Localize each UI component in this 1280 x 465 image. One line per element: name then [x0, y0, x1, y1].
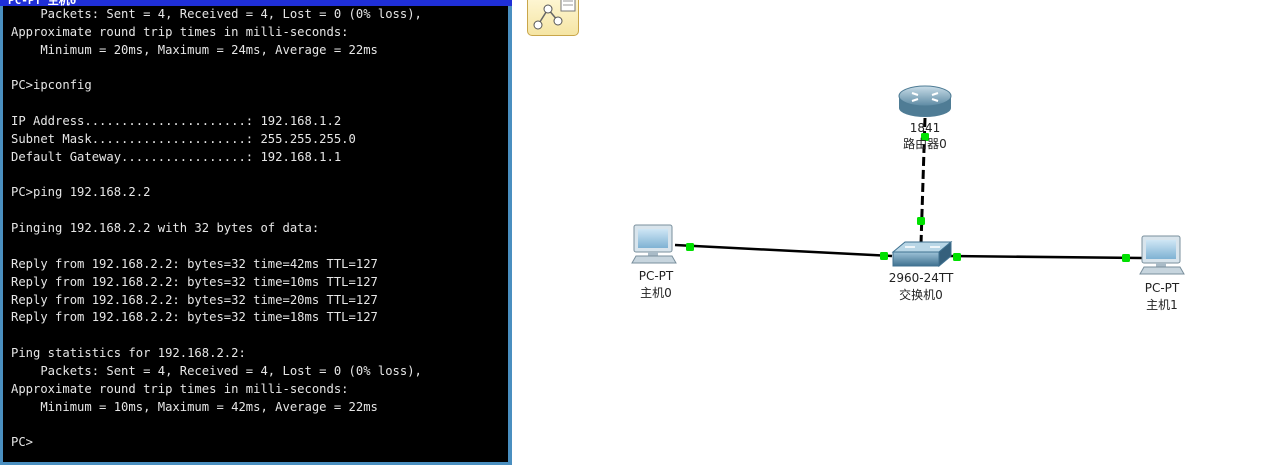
topology-workspace[interactable] — [512, 0, 1280, 465]
terminal-line: Default Gateway.................: 192.16… — [11, 149, 342, 164]
pc0-name-label: 主机0 — [640, 286, 672, 300]
terminal-line: Ping statistics for 192.168.2.2: — [11, 346, 246, 361]
terminal-line: Minimum = 20ms, Maximum = 24ms, Average … — [11, 42, 378, 57]
terminal-line: IP Address......................: 192.16… — [11, 114, 342, 129]
terminal-line: Reply from 192.168.2.2: bytes=32 time=18… — [11, 310, 378, 325]
logical-workspace-icon[interactable] — [527, 0, 579, 36]
pc0-model-label: PC-PT — [638, 269, 674, 283]
switch-name-label: 交换机0 — [899, 288, 943, 302]
terminal-line: Reply from 192.168.2.2: bytes=32 time=42… — [11, 256, 378, 271]
terminal-line: PC>ipconfig — [11, 78, 92, 93]
terminal-line: Minimum = 10ms, Maximum = 42ms, Average … — [11, 399, 378, 414]
terminal-line: Pinging 192.168.2.2 with 32 bytes of dat… — [11, 221, 320, 236]
terminal-line: Packets: Sent = 4, Received = 4, Lost = … — [11, 7, 422, 21]
switch-model-label: 2960-24TT — [888, 271, 954, 285]
terminal-line: PC> — [11, 435, 34, 450]
terminal-line: Approximate round trip times in milli-se… — [11, 24, 349, 39]
pc1-model-label: PC-PT — [1144, 281, 1180, 295]
terminal-output[interactable]: Packets: Sent = 4, Received = 4, Lost = … — [3, 6, 508, 462]
router-model-label: 1841 — [909, 121, 941, 135]
command-prompt-window: PC-PT 主机0 Packets: Sent = 4, Received = … — [0, 0, 512, 465]
terminal-line: Packets: Sent = 4, Received = 4, Lost = … — [11, 363, 422, 378]
router-name-label: 路由器0 — [903, 137, 947, 151]
terminal-line: PC>ping 192.168.2.2 — [11, 185, 151, 200]
terminal-line: Subnet Mask.....................: 255.25… — [11, 131, 356, 146]
terminal-line: Reply from 192.168.2.2: bytes=32 time=20… — [11, 292, 378, 307]
pc1-name-label: 主机1 — [1146, 298, 1178, 312]
terminal-line: Reply from 192.168.2.2: bytes=32 time=10… — [11, 274, 378, 289]
terminal-line: Approximate round trip times in milli-se… — [11, 381, 349, 396]
